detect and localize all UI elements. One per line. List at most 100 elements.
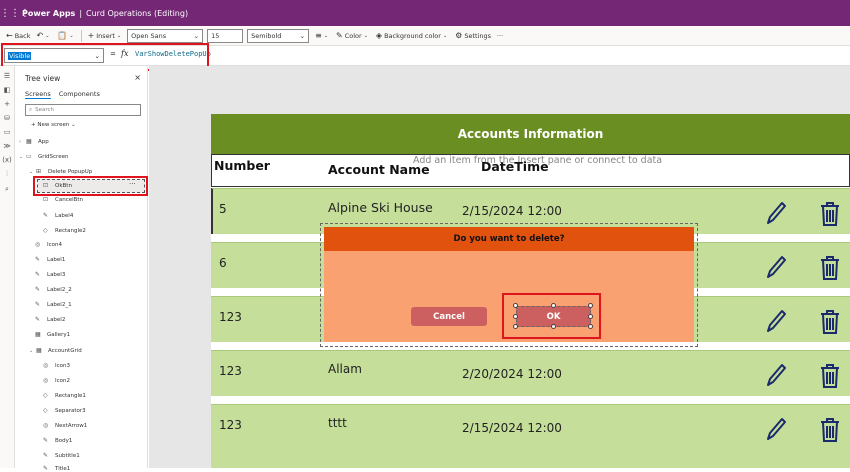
icon-icon: ◎ <box>43 422 49 429</box>
font-size-field[interactable]: 15 <box>207 28 244 43</box>
settings-button[interactable]: ⚙ Settings <box>455 31 491 40</box>
node-label: App <box>38 138 49 145</box>
tree-node-accountgrid[interactable]: ⌄ ▦ AccountGrid <box>29 347 82 354</box>
chevron-right-icon: › <box>19 138 21 145</box>
node-label: AccountGrid <box>48 347 82 354</box>
chevron-down-icon: ⌄ <box>69 122 76 128</box>
tree-node-label2[interactable]: ✎ Label2 <box>35 316 65 323</box>
cell-number: 5 <box>219 202 227 216</box>
tree-view-panel: Tree view × Screens Components ⌕ Search … <box>15 66 148 472</box>
tree-node-icon2[interactable]: ◎ Icon2 <box>43 377 70 384</box>
label-icon: ✎ <box>35 301 41 308</box>
cell-datetime: 2/15/2024 12:00 <box>462 421 562 435</box>
tree-node-title1[interactable]: ✎ Title1 <box>43 465 70 472</box>
paste-button[interactable]: 📋 ⌄ <box>57 31 75 40</box>
node-label: Separator3 <box>55 407 86 414</box>
variables-icon[interactable]: (x) <box>2 156 12 164</box>
node-label: Label2_1 <box>47 301 72 308</box>
trash-icon[interactable] <box>819 255 841 281</box>
tree-node-separator3[interactable]: ◇ Separator3 <box>43 407 86 414</box>
app-name: Power Apps <box>22 8 76 18</box>
tree-search-input[interactable]: ⌕ Search <box>25 104 141 116</box>
tree-node-cancelbtn[interactable]: ⊡ CancelBtn <box>43 196 83 203</box>
back-button[interactable]: ← Back <box>6 31 30 40</box>
insert-label: Insert <box>96 31 115 40</box>
tree-node-subtitle1[interactable]: ✎ Subtitle1 <box>43 452 80 459</box>
tree-view-title: Tree view <box>25 74 61 83</box>
color-button[interactable]: ✎ Color ⌄ <box>336 31 370 40</box>
close-icon[interactable]: × <box>134 73 141 82</box>
popup-title-bar: Do you want to delete? <box>324 227 694 251</box>
tree-node-label1[interactable]: ✎ Label1 <box>35 256 65 263</box>
cell-number: 6 <box>219 256 227 270</box>
tree-node-label2-2[interactable]: ✎ Label2_2 <box>35 286 72 293</box>
trash-icon[interactable] <box>819 309 841 335</box>
font-weight-dropdown[interactable]: Semibold ⌄ <box>247 28 310 43</box>
table-row[interactable] <box>211 404 850 468</box>
tree-node-rectangle2[interactable]: ◇ Rectangle2 <box>43 227 86 234</box>
trash-icon[interactable] <box>819 201 841 227</box>
chevron-down-icon: ⌄ <box>19 153 24 160</box>
new-screen-button[interactable]: + New screen ⌄ <box>31 122 76 128</box>
trash-icon[interactable] <box>819 417 841 443</box>
insert-button[interactable]: + Insert ⌄ <box>88 31 124 40</box>
label-icon: ✎ <box>43 452 49 459</box>
insert-icon[interactable]: + <box>4 100 10 108</box>
edit-icon[interactable] <box>765 362 787 388</box>
app-launcher-icon[interactable]: ⋮⋮⋮ <box>0 8 30 19</box>
tree-node-rectangle1[interactable]: ◇ Rectangle1 <box>43 392 86 399</box>
label-icon: ✎ <box>35 316 41 323</box>
align-button[interactable]: ≡ ⌄ <box>315 31 330 40</box>
chevron-down-icon: ⌄ <box>116 32 122 39</box>
popup-title: Do you want to delete? <box>453 234 565 244</box>
tree-node-gridscreen[interactable]: ⌄ ▭ GridScreen <box>19 153 68 160</box>
cancel-button[interactable]: Cancel <box>411 307 487 326</box>
data-icon[interactable]: ⛁ <box>4 114 10 122</box>
tab-screens[interactable]: Screens <box>25 90 51 99</box>
font-dropdown[interactable]: Open Sans ⌄ <box>127 28 204 43</box>
group-icon: ⊞ <box>36 168 42 175</box>
tree-node-gallery1[interactable]: ▦ Gallery1 <box>35 331 70 338</box>
label-icon: ✎ <box>35 256 41 263</box>
tree-node-app[interactable]: › ▦ App <box>19 138 49 145</box>
tab-components[interactable]: Components <box>59 90 100 99</box>
tree-node-label3[interactable]: ✎ Label3 <box>35 271 65 278</box>
cell-number: 123 <box>219 364 242 378</box>
search-icon[interactable]: ⌕ <box>5 185 9 194</box>
tree-node-nextarrow1[interactable]: ◎ NextArrow1 <box>43 422 87 429</box>
trash-icon[interactable] <box>819 363 841 389</box>
new-screen-label: New screen <box>37 122 70 128</box>
cell-account-name: Allam <box>328 362 362 376</box>
power-automate-icon[interactable]: ≫ <box>3 142 10 150</box>
paint-icon: ✎ <box>336 31 343 40</box>
tree-node-label2-1[interactable]: ✎ Label2_1 <box>35 301 72 308</box>
gallery-icon: ▦ <box>35 331 41 338</box>
layers-icon[interactable]: ◧ <box>4 86 11 94</box>
undo-icon: ↶ <box>36 31 44 40</box>
shape-icon: ◇ <box>43 392 48 399</box>
document-title: Curd Operations (Editing) <box>86 8 189 18</box>
node-label: Rectangle1 <box>55 392 86 399</box>
edit-icon[interactable] <box>765 416 787 442</box>
tree-node-delete-popup[interactable]: ⌄ ⊞ Delete PopupUp <box>29 168 92 175</box>
hamburger-icon[interactable]: ☰ <box>4 72 10 80</box>
gallery-icon: ▦ <box>36 347 42 354</box>
column-header-datetime: DateTime <box>481 159 549 174</box>
edit-icon[interactable] <box>765 254 787 280</box>
tree-node-label4[interactable]: ✎ Label4 <box>43 212 73 219</box>
undo-button[interactable]: ↶ ⌄ <box>36 31 51 40</box>
gear-icon: ⚙ <box>455 31 463 40</box>
background-color-button[interactable]: ◈ Background color ⌄ <box>376 31 449 40</box>
icon-icon: ◎ <box>35 241 41 248</box>
tree-node-body1[interactable]: ✎ Body1 <box>43 437 72 444</box>
media-icon[interactable]: ▭ <box>4 128 11 136</box>
tree-node-icon3[interactable]: ◎ Icon3 <box>43 362 70 369</box>
shape-icon: ◇ <box>43 227 48 234</box>
tools-icon[interactable]: ⫶ <box>6 170 8 179</box>
edit-icon[interactable] <box>765 308 787 334</box>
more-commands-button[interactable]: ··· <box>497 32 503 40</box>
node-label: CancelBtn <box>55 196 84 203</box>
edit-icon[interactable] <box>765 200 787 226</box>
tree-node-icon4[interactable]: ◎ Icon4 <box>35 241 62 248</box>
chevron-down-icon: ⌄ <box>323 32 329 39</box>
